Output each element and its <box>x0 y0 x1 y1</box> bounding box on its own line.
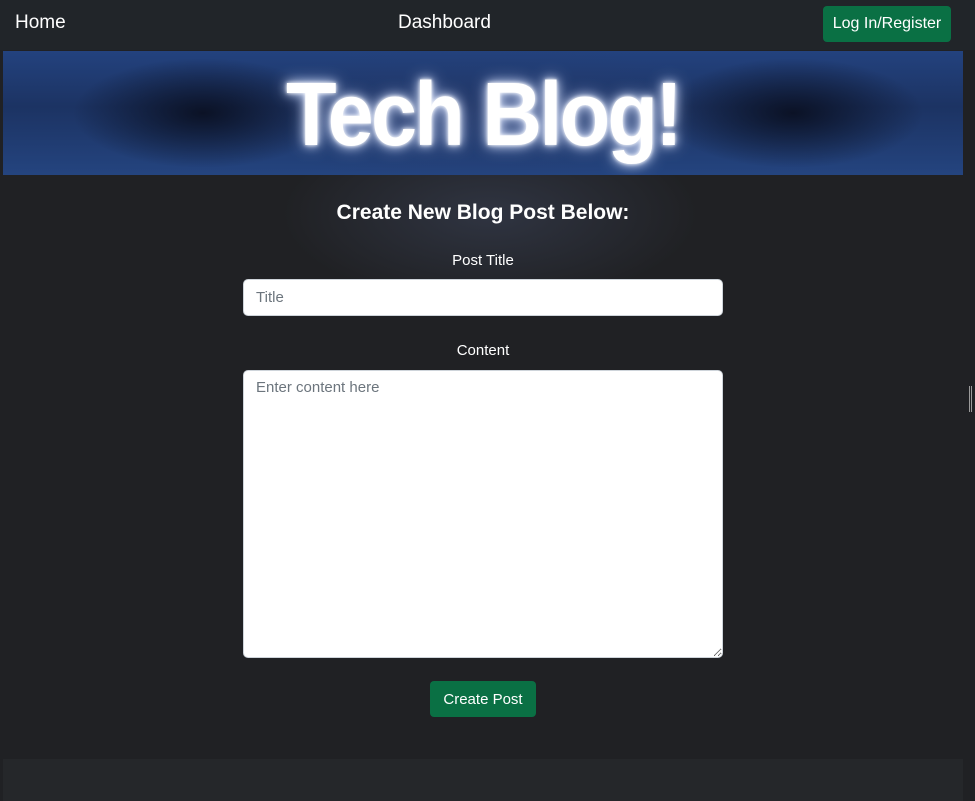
post-title-label: Post Title <box>452 252 514 269</box>
content-textarea[interactable] <box>243 370 723 658</box>
top-navbar: Home Dashboard Log In/Register <box>0 0 975 50</box>
banner-title: Tech Blog! <box>285 65 683 165</box>
nav-home-link[interactable]: Home <box>15 12 66 34</box>
form-heading: Create New Blog Post Below: <box>336 201 630 224</box>
footer <box>3 759 963 801</box>
header-banner: Tech Blog! <box>3 51 963 175</box>
login-register-button[interactable]: Log In/Register <box>823 6 951 42</box>
page: Home Dashboard Log In/Register Tech Blog… <box>0 0 975 801</box>
post-title-input[interactable] <box>243 279 723 316</box>
resize-handle-icon[interactable] <box>969 386 972 412</box>
create-post-button[interactable]: Create Post <box>430 681 536 717</box>
nav-dashboard-link[interactable]: Dashboard <box>398 12 491 34</box>
content-label: Content <box>456 342 510 359</box>
